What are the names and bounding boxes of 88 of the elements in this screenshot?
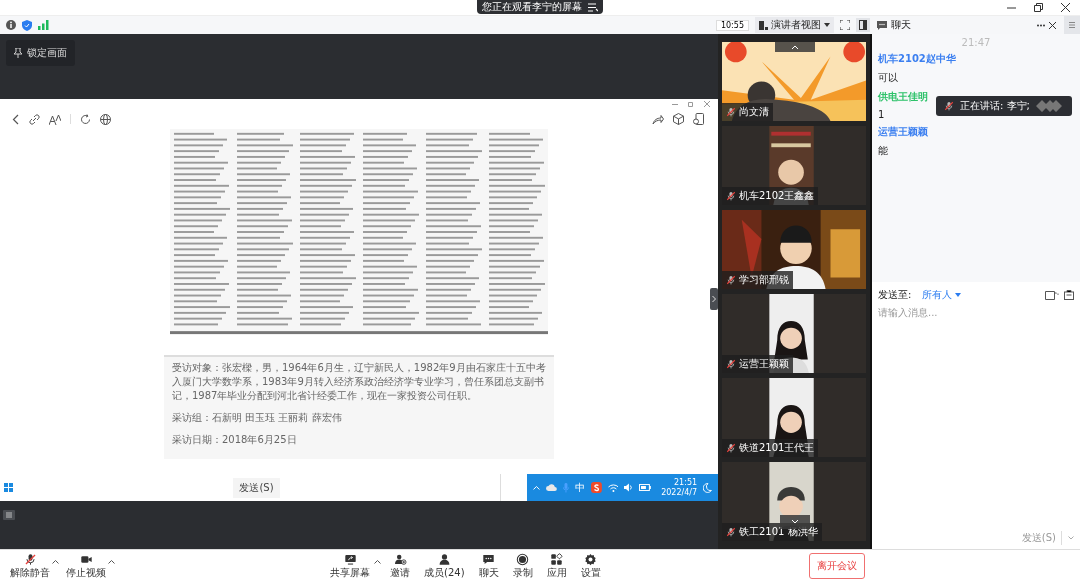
banner-text: 您正在观看李宁的屏幕 (482, 0, 582, 14)
speaker-layout-icon (759, 20, 768, 30)
caret-icon[interactable] (52, 558, 59, 564)
record-icon (516, 552, 530, 566)
shield-icon[interactable] (22, 19, 32, 31)
participant-name: 铁工2101 杨洪华 (739, 525, 818, 539)
toolbar-button[interactable]: 应用 (540, 552, 573, 580)
windows-start-icon (4, 483, 13, 492)
recipient-dropdown[interactable]: 所有人 (922, 288, 962, 302)
muted-mic-icon (944, 101, 954, 111)
close-icon (704, 101, 710, 107)
share-screen-icon (343, 552, 357, 566)
article-paragraph: 受访对象：张宏樑，男，1964年6月生，辽宁新民人，1982年9月由石家庄十五中考入厦门大学数学系，1983年9月转入经济系政治经济学专业学习，曾任系团总支副书记，1987年毕业分配到河北省计经委工作，现在一家投资公司任职。 (172, 361, 546, 403)
sogou-icon (590, 482, 602, 493)
message-sender: 机车2102赵中华 (878, 52, 956, 66)
close-icon[interactable] (1061, 3, 1070, 12)
chat-bubble-icon (482, 552, 496, 566)
back-icon (12, 113, 20, 125)
message-input[interactable]: 请输入消息... (878, 304, 1074, 321)
message-sender: 供电王佳明 (878, 90, 928, 104)
close-icon[interactable] (1049, 21, 1056, 29)
message-sender: 运营王颖颖 (878, 125, 928, 139)
message-text: 可以 (878, 71, 898, 85)
toolbar-button[interactable]: 共享屏幕 (324, 552, 376, 580)
caret-icon (824, 23, 830, 27)
message-text: 能 (878, 144, 888, 158)
toolbar-button[interactable]: 成员(24) (418, 552, 471, 580)
battery-icon (639, 484, 652, 491)
chat-timestamp: 21:47 (960, 37, 992, 48)
caret-icon[interactable] (374, 558, 381, 564)
pin-icon (14, 48, 22, 58)
fullscreen-icon[interactable] (840, 20, 850, 30)
caret-icon (955, 293, 962, 297)
participant-name: 尚文清 (739, 105, 769, 119)
chat-title: 聊天 (891, 18, 911, 32)
tray-time: 21:51 (674, 477, 698, 488)
add-person-icon (393, 552, 407, 566)
toolbar-button[interactable]: 设置 (574, 552, 607, 580)
toolbar-button[interactable]: 停止视频 (60, 552, 112, 580)
restore-icon (688, 101, 694, 107)
participant-name: 机车2102王鑫鑫 (739, 189, 815, 203)
settings-icon (584, 552, 598, 566)
chevron-up-icon (533, 485, 540, 490)
globe-icon (100, 113, 111, 125)
folder-icon[interactable] (1045, 290, 1059, 300)
apps-grid-icon (550, 552, 564, 566)
participant-name: 铁道2101王代王 (739, 441, 815, 455)
screenshot-icon[interactable] (1064, 290, 1074, 300)
speaking-text: 正在讲话: 李宁; (960, 99, 1030, 113)
message-text: 1 (878, 109, 885, 120)
moon-icon (703, 482, 712, 493)
input-method-indicator: 中 (574, 480, 585, 495)
send-button[interactable]: 发送(S) (233, 477, 280, 498)
text-size-icon (49, 113, 61, 125)
wifi-icon (607, 483, 619, 492)
article-paragraph: 采访日期：2018年6月25日 (172, 433, 298, 447)
cube-icon (673, 113, 684, 125)
device-icon (693, 113, 704, 125)
info-icon[interactable] (6, 20, 16, 30)
person-icon (437, 552, 451, 566)
list-icon[interactable] (588, 2, 598, 12)
link-icon (29, 113, 40, 125)
participant-name: 运营王颖颖 (739, 357, 789, 371)
more-icon[interactable] (1037, 23, 1045, 27)
send-to-label: 发送至: (878, 288, 912, 302)
toolbar-button[interactable]: 解除静音 (4, 552, 56, 580)
leave-meeting-button[interactable]: 离开会议 (809, 553, 865, 579)
refresh-icon (80, 113, 91, 125)
lock-view-button[interactable]: 锁定画面 (6, 40, 75, 66)
tray-date: 2022/4/7 (661, 487, 698, 498)
view-mode-dropdown[interactable]: 演讲者视图 (755, 17, 834, 33)
article-paragraph: 采访组：石新明 田玉珏 王丽莉 薛宏伟 (172, 411, 343, 425)
cloud-icon (545, 484, 557, 491)
muted-mic-icon (23, 552, 37, 566)
toolbar-button[interactable]: 邀请 (384, 552, 416, 580)
caret-icon[interactable] (108, 558, 115, 564)
blurred-name-icon (1035, 100, 1062, 112)
restore-icon[interactable] (1034, 3, 1043, 12)
sidebar-layout-icon[interactable] (856, 18, 870, 32)
participant-name: 学习部邢锐 (739, 273, 789, 287)
chat-bubble-icon (877, 20, 887, 30)
toolbar-button[interactable]: 聊天 (472, 552, 505, 580)
speaker-icon (624, 483, 634, 492)
toolbar-button[interactable]: 录制 (506, 552, 539, 580)
meeting-timer: 10:55 (715, 19, 749, 31)
minimize-icon (672, 101, 678, 107)
share-arrow-icon (652, 113, 664, 125)
mic-icon (562, 482, 569, 493)
